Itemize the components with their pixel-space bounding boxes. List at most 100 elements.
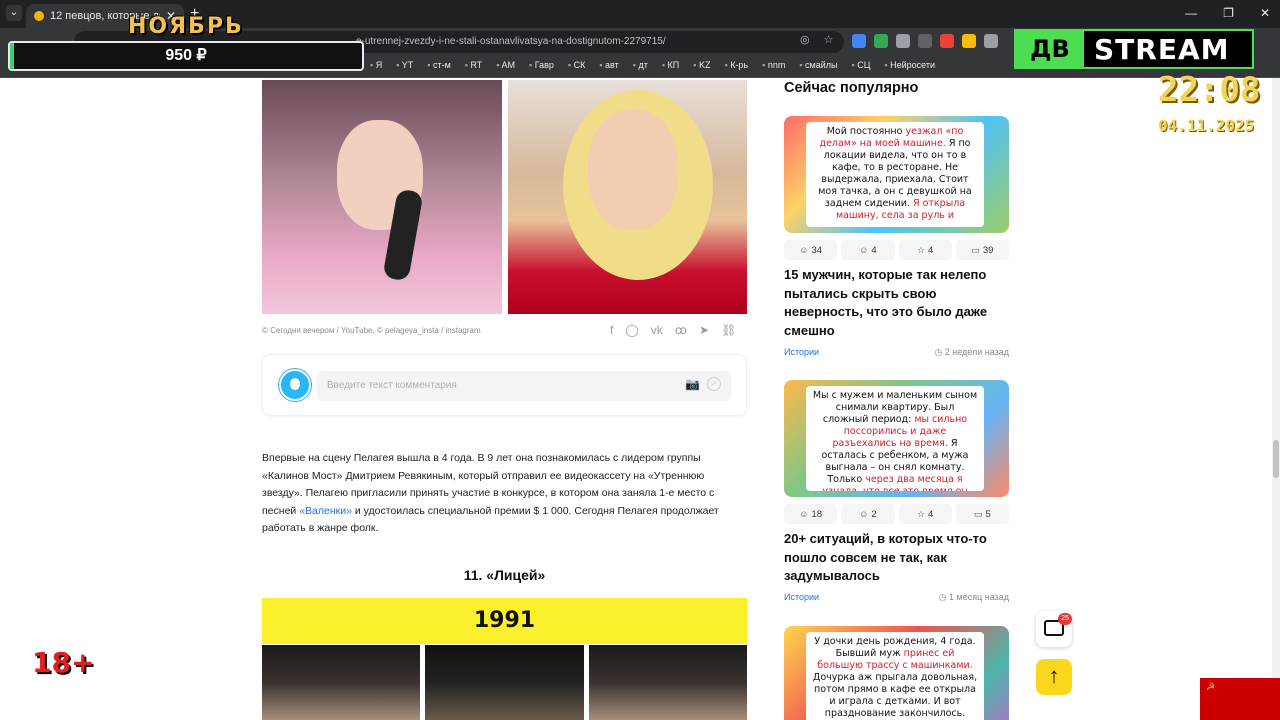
share-bar: f ◯ vk ꝏ ➤ ⛓ [610, 323, 736, 337]
card-time: ◷ 1 месяц назад [939, 592, 1009, 603]
bookmark-item[interactable]: КП [662, 60, 680, 70]
extensions-bar [852, 34, 998, 48]
extension-icon[interactable] [940, 34, 954, 48]
article-paragraph: Впервые на сцену Пелагея вышла в 4 года.… [262, 450, 747, 538]
bookmark-item[interactable]: СЦ [852, 60, 870, 70]
card-title[interactable]: 20+ ситуаций, в которых что-то пошло сов… [784, 530, 1009, 586]
section-heading: 11. «Лицей» [463, 567, 546, 583]
extension-icon[interactable] [852, 34, 866, 48]
card-note: Мы с мужем и маленьким сыном снимали ква… [806, 386, 984, 491]
reactions-stat[interactable]: ☺ 34 [784, 240, 838, 260]
popular-card[interactable]: Мой постоянно уезжал «по делам» на моей … [784, 116, 1009, 366]
link-icon[interactable]: ⛓ [721, 323, 736, 337]
window-controls: — ❐ ✕ [1185, 6, 1270, 20]
year-banner: 1991 [262, 598, 747, 644]
minimize-button[interactable]: — [1185, 6, 1197, 20]
scrollbar-track[interactable] [1272, 78, 1280, 720]
reactions-stat[interactable]: ☺ 18 [784, 504, 838, 524]
extension-icon[interactable] [918, 34, 932, 48]
bookmark-item[interactable]: авт [599, 60, 619, 70]
popular-card[interactable]: Мы с мужем и маленьким сыном снимали ква… [784, 380, 1009, 610]
bookmark-item[interactable]: KZ [693, 60, 711, 70]
extension-icon[interactable] [896, 34, 910, 48]
extension-icon[interactable] [962, 34, 976, 48]
song-link[interactable]: «Валенки» [299, 505, 352, 517]
card-image[interactable]: Мы с мужем и маленьким сыном снимали ква… [784, 380, 1009, 497]
whatsapp-icon[interactable]: ◯ [625, 323, 638, 337]
stat-count: 34 [811, 245, 823, 256]
smile-icon: ☺ [799, 245, 809, 255]
stat-count: 4 [928, 509, 934, 520]
card-stats: ☺ 18 ☺ 2 ☆ 4 ▭ 5 [784, 504, 1009, 524]
bookmark-item[interactable]: nnm [762, 60, 786, 70]
user-avatar [279, 369, 311, 401]
scroll-to-top-button[interactable]: ↑ [1036, 659, 1072, 695]
comment-form: Введите текст комментария 📷 ➚ [262, 354, 747, 416]
facebook-icon[interactable]: f [610, 323, 613, 337]
telegram-icon[interactable]: ➤ [699, 323, 709, 337]
clock-icon: ◷ [934, 347, 945, 357]
scrollbar-thumb[interactable] [1273, 440, 1279, 478]
bookmark-item[interactable]: AM [496, 60, 516, 70]
card-category[interactable]: Истории [784, 347, 819, 358]
logo-left: ДВ [1016, 31, 1084, 67]
card-image[interactable]: Мой постоянно уезжал «по делам» на моей … [784, 116, 1009, 233]
sidebar-title: Сейчас популярно [784, 80, 919, 96]
address-bar-actions: ◎ ☆ [800, 33, 833, 46]
photo-credit: © Сегодня вечером / YouTube, © pelageya_… [262, 326, 481, 335]
bookmark-item[interactable]: смайлы [799, 60, 837, 70]
bookmark-item[interactable]: дт [633, 60, 647, 70]
bookmark-item[interactable]: RT [465, 60, 482, 70]
bookmark-item[interactable]: К-рь [724, 60, 748, 70]
comments-button[interactable]: 25 [1036, 611, 1072, 647]
comments-stat[interactable]: ☺ 4 [841, 240, 895, 260]
stat-count: 4 [871, 245, 877, 256]
bookmark-item[interactable]: Гавр [529, 60, 554, 70]
discussion-stat[interactable]: ▭ 5 [955, 504, 1009, 524]
stat-count: 4 [928, 245, 934, 256]
star-icon: ☆ [916, 509, 926, 519]
card-image[interactable]: У дочки день рождения, 4 года. Бывший му… [784, 626, 1009, 720]
stream-logo: ДВ STREAM [1014, 29, 1254, 69]
note-text: Мой постоянно [826, 126, 906, 137]
bookmark-item[interactable]: Нейросети [884, 60, 935, 70]
stat-count: 2 [871, 509, 877, 520]
ok-icon[interactable]: ꝏ [675, 323, 687, 337]
face-icon: ☺ [859, 245, 869, 255]
maximize-button[interactable]: ❐ [1223, 6, 1234, 20]
stat-count: 18 [811, 509, 823, 520]
camera-icon[interactable]: 📷 [685, 377, 700, 391]
card-time: ◷ 2 недели назад [934, 347, 1009, 358]
comment-input[interactable]: Введите текст комментария [317, 371, 731, 401]
card-category[interactable]: Истории [784, 592, 819, 603]
favorites-stat[interactable]: ☆ 4 [898, 504, 952, 524]
overlay-month: НОЯБРЬ [128, 14, 244, 39]
donation-goal-bar: 950 ₽ [8, 41, 364, 71]
bookmark-item[interactable]: YT [396, 60, 414, 70]
extension-icon[interactable] [874, 34, 888, 48]
favorites-stat[interactable]: ☆ 4 [898, 240, 952, 260]
bookmark-item[interactable]: Я [370, 60, 383, 70]
card-title[interactable]: 15 мужчин, которые так нелепо пытались с… [784, 266, 1009, 340]
card-note: Мой постоянно уезжал «по делам» на моей … [806, 122, 984, 227]
popular-card[interactable]: У дочки день рождения, 4 года. Бывший му… [784, 626, 1009, 720]
eye-off-icon[interactable]: ◎ [800, 33, 810, 46]
stat-count: 5 [985, 509, 991, 520]
face-shape [587, 110, 678, 230]
discussion-stat[interactable]: ▭ 39 [955, 240, 1009, 260]
tab-list-icon[interactable]: ⌄ [6, 5, 22, 21]
close-window-button[interactable]: ✕ [1260, 6, 1270, 20]
puzzle-icon[interactable] [984, 34, 998, 48]
send-icon[interactable]: ➚ [707, 377, 721, 391]
bookmark-item[interactable]: ст-м [427, 60, 451, 70]
time-text: 2 недели назад [944, 347, 1009, 357]
vk-icon[interactable]: vk [651, 323, 663, 337]
note-text: Дочурка аж прыгала довольная, потом прям… [812, 672, 978, 719]
age-rating-badge: 18+ [32, 646, 95, 679]
speech-bubble-icon: ▭ [973, 509, 983, 519]
bookmark-item[interactable]: СК [568, 60, 586, 70]
band-photo [588, 645, 747, 720]
comments-stat[interactable]: ☺ 2 [841, 504, 895, 524]
smile-icon: ☺ [799, 509, 809, 519]
bookmark-star-icon[interactable]: ☆ [824, 33, 834, 46]
